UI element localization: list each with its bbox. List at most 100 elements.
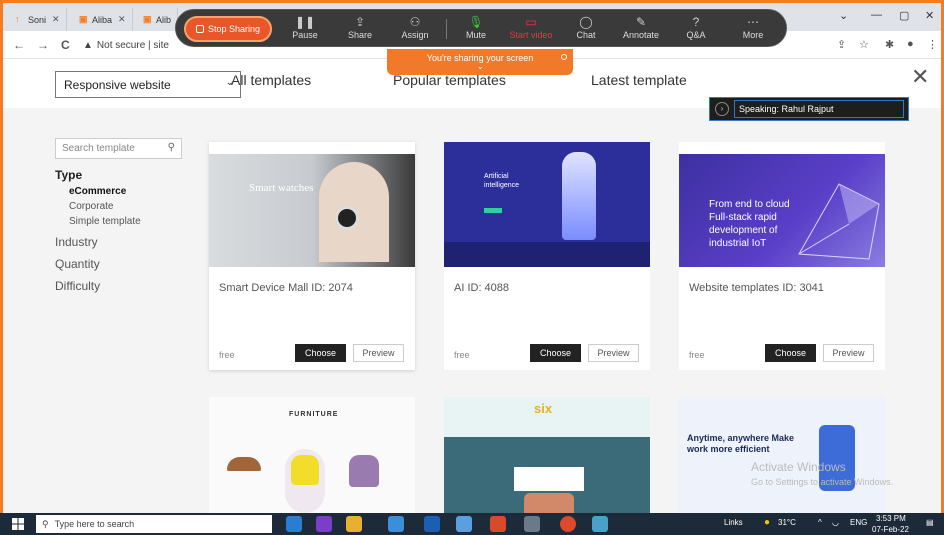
template-card[interactable]: Artificial intelligence AI ID: 4088 free… — [444, 142, 650, 370]
choose-button[interactable]: Choose — [530, 344, 581, 362]
qa-button[interactable]: ? Q&A — [671, 14, 721, 40]
bookmark-star-icon[interactable]: ☆ — [859, 38, 869, 51]
weather-temp[interactable]: 31°C — [778, 518, 796, 527]
chat-icon: ◯ — [579, 15, 593, 29]
filter-industry[interactable]: Industry — [55, 235, 185, 249]
stop-sharing-label: Stop Sharing — [207, 24, 261, 34]
template-thumbnail: From end to cloud Full-stack rapid devel… — [679, 142, 885, 267]
extensions-icon[interactable]: ✱ — [885, 38, 894, 51]
sharing-screen-banner: You're sharing your screen ⌄ — [387, 49, 573, 75]
maximize-button[interactable]: ▢ — [899, 9, 909, 22]
pause-icon: ❚❚ — [294, 15, 316, 29]
system-tray-chevron-icon[interactable]: ^ — [818, 518, 822, 527]
thumb-logo: six — [534, 401, 553, 416]
tab-label: Alib — [156, 14, 172, 25]
mute-button[interactable]: 🎙 Mute — [451, 14, 501, 40]
template-card[interactable]: Anytime, anywhere Make work more efficie… — [679, 397, 885, 513]
choose-button[interactable]: Choose — [295, 344, 346, 362]
assign-icon: ⚇ — [409, 15, 421, 29]
stop-sharing-button[interactable]: Stop Sharing — [184, 16, 272, 42]
file-explorer-icon[interactable] — [346, 516, 362, 532]
template-card[interactable]: Smart watches Smart Device Mall ID: 2074… — [209, 142, 415, 370]
taskbar-search-input[interactable]: ⚲ Type here to search — [36, 515, 272, 533]
choose-button[interactable]: Choose — [765, 344, 816, 362]
pause-button[interactable]: ❚❚ Pause — [280, 14, 330, 40]
thumb-heading: Artificial intelligence — [484, 173, 520, 189]
shared-screen-frame: ↑ Soni ✕ ▣ Aliba ✕ ▣ Alib ⌄ — ▢ ✕ ← → C … — [3, 3, 941, 513]
tab-list-chevron-icon[interactable]: ⌄ — [839, 9, 848, 22]
template-search-input[interactable]: Search template ⚲ — [55, 138, 182, 159]
annotate-button[interactable]: ✎ Annotate — [616, 14, 666, 40]
notification-icon[interactable]: ▤ — [926, 518, 934, 527]
profile-icon[interactable]: ● — [907, 38, 914, 50]
preview-button[interactable]: Preview — [823, 344, 874, 362]
close-icon[interactable]: ✕ — [911, 64, 929, 90]
clock-date[interactable]: 07-Feb-22 — [872, 525, 909, 534]
template-card[interactable]: six — [444, 397, 650, 513]
start-video-button[interactable]: ▭ Start video — [506, 14, 556, 40]
browser-tab[interactable]: ▣ Alib — [137, 8, 179, 31]
vscode-icon[interactable] — [286, 516, 302, 532]
browser-tab[interactable]: ▣ Aliba ✕ — [73, 8, 133, 31]
language-indicator[interactable]: ENG — [850, 518, 867, 527]
preview-button[interactable]: Preview — [353, 344, 404, 362]
assign-button[interactable]: ⚇ Assign — [390, 14, 440, 40]
filter-ecommerce[interactable]: eCommerce — [69, 186, 185, 197]
filter-difficulty[interactable]: Difficulty — [55, 279, 185, 293]
browser-tab[interactable]: ↑ Soni ✕ — [9, 8, 67, 31]
back-arrow-icon[interactable]: ← — [13, 38, 25, 52]
browser-menu-icon[interactable]: ⋮ — [927, 38, 938, 51]
template-thumbnail: Smart watches — [209, 142, 415, 267]
share-icon: ⇪ — [354, 15, 366, 29]
app-icon[interactable] — [592, 516, 608, 532]
chat-label: Chat — [576, 30, 596, 40]
thumb-statue — [524, 493, 574, 513]
forward-arrow-icon[interactable]: → — [37, 38, 49, 52]
preview-button[interactable]: Preview — [588, 344, 639, 362]
tools-icon[interactable] — [524, 516, 540, 532]
tab-latest-template[interactable]: Latest template — [591, 72, 687, 88]
tab-close-icon[interactable]: ✕ — [118, 14, 126, 25]
tab-all-templates[interactable]: All templates — [231, 72, 311, 88]
stop-square-icon — [195, 25, 204, 33]
activate-windows-hint: Go to Settings to activate Windows. — [751, 477, 894, 487]
network-icon[interactable]: ◡ — [832, 518, 839, 527]
url-field[interactable]: ▲ Not secure | site — [83, 36, 183, 54]
template-type-select[interactable]: Responsive website ⌄ — [55, 71, 241, 98]
close-window-button[interactable]: ✕ — [925, 9, 934, 22]
chat-button[interactable]: ◯ Chat — [561, 14, 611, 40]
share-page-icon[interactable]: ⇪ — [837, 38, 846, 51]
more-button[interactable]: ⋯ More — [728, 14, 778, 40]
app-icon[interactable] — [424, 516, 440, 532]
filter-corporate[interactable]: Corporate — [69, 201, 185, 212]
template-card[interactable]: From end to cloud Full-stack rapid devel… — [679, 142, 885, 370]
search-icon[interactable]: ⚲ — [168, 142, 175, 153]
banner-close-icon[interactable] — [561, 54, 567, 60]
app-icon[interactable] — [388, 516, 404, 532]
filter-quantity[interactable]: Quantity — [55, 257, 185, 271]
chevron-right-icon[interactable]: › — [715, 102, 729, 116]
office-icon[interactable] — [490, 516, 506, 532]
app-icon[interactable] — [456, 516, 472, 532]
minimize-button[interactable]: — — [871, 9, 882, 21]
template-thumbnail: Anytime, anywhere Make work more efficie… — [679, 397, 885, 513]
url-text: Not secure | site — [96, 39, 169, 51]
chevron-down-icon[interactable]: ⌄ — [477, 63, 484, 71]
template-card[interactable]: FURNITURE — [209, 397, 415, 513]
tab-close-icon[interactable]: ✕ — [52, 14, 60, 25]
links-toolbar[interactable]: Links — [724, 518, 743, 527]
share-button[interactable]: ⇪ Share — [335, 14, 385, 40]
site-favicon-icon: ▣ — [143, 14, 152, 24]
question-icon: ? — [692, 15, 700, 29]
filter-simple-template[interactable]: Simple template — [69, 216, 185, 227]
windows-start-icon[interactable] — [12, 518, 24, 530]
clock-time[interactable]: 3:53 PM — [876, 514, 906, 523]
reload-icon[interactable]: C — [61, 38, 70, 52]
template-thumbnail: Artificial intelligence — [444, 142, 650, 267]
assign-label: Assign — [401, 30, 429, 40]
robot-icon — [562, 152, 596, 240]
thumb-heading: Smart watches — [249, 182, 314, 194]
chrome-icon[interactable] — [560, 516, 576, 532]
visual-studio-icon[interactable] — [316, 516, 332, 532]
windows-taskbar: ⚲ Type here to search Links ● 31°C ^ ◡ E… — [0, 513, 944, 535]
